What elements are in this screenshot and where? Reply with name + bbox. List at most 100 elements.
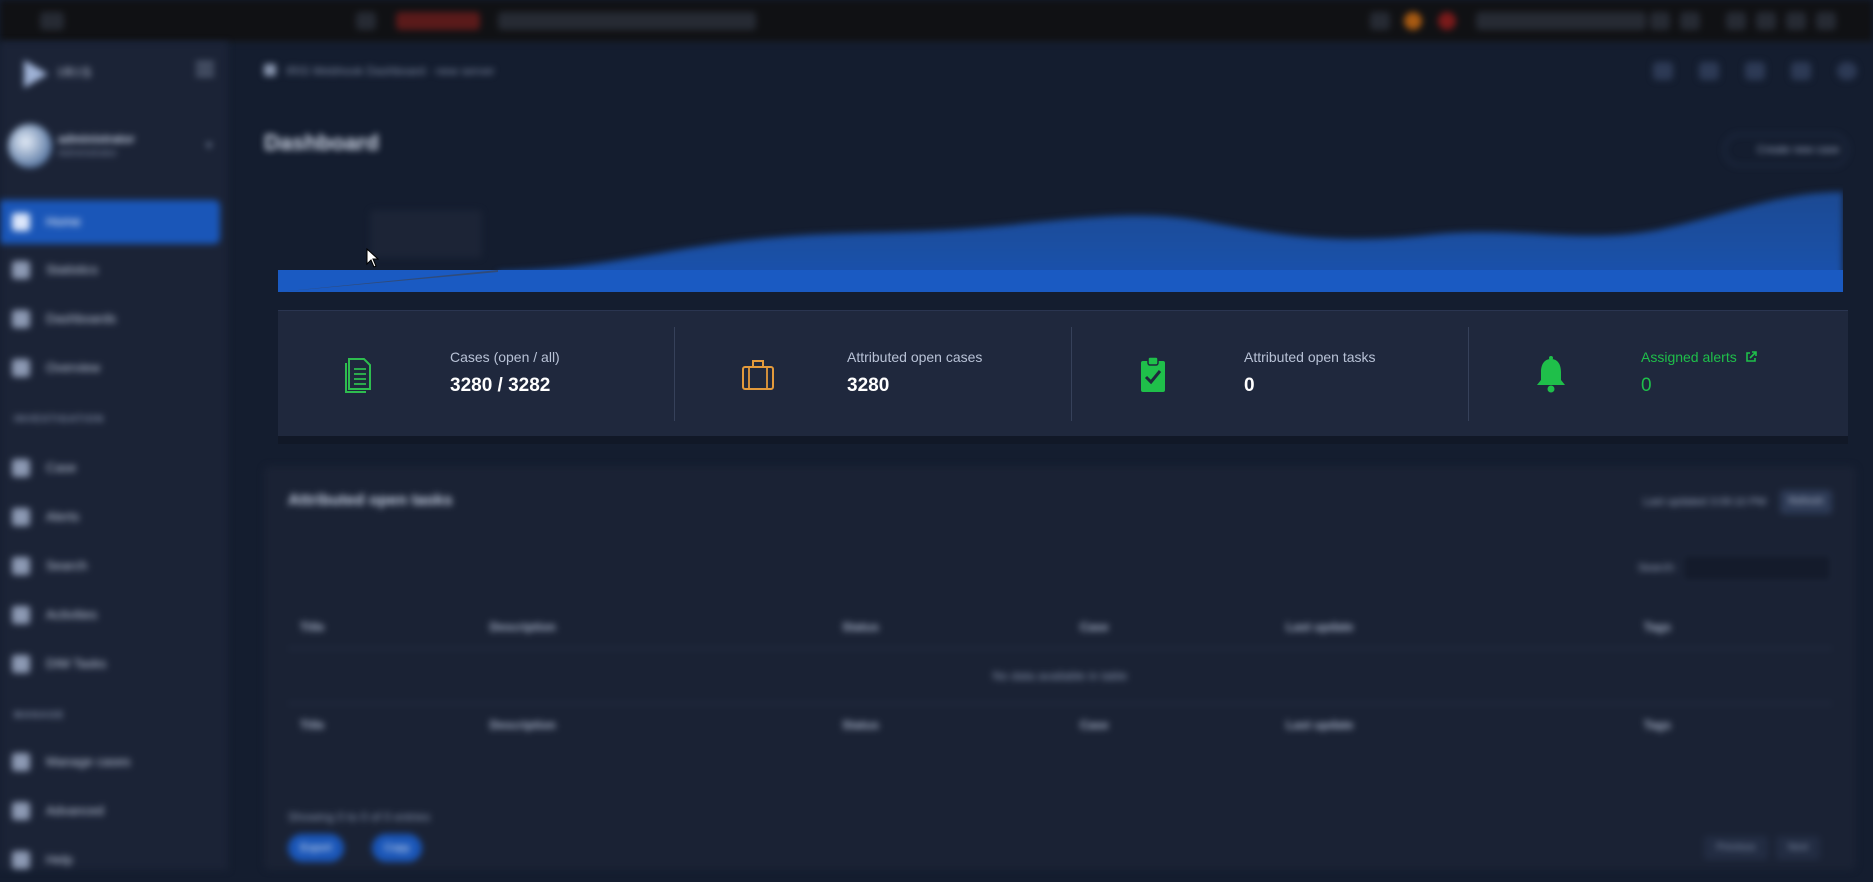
sidebar-item-statistics[interactable]: Statistics	[0, 248, 220, 292]
grid-icon[interactable]	[1699, 62, 1719, 80]
sidebar-item-label: Dashboards	[46, 311, 117, 326]
stats-panel: Cases (open / all) 3280 / 3282 Attribute…	[278, 310, 1848, 436]
sidebar-section-manage: MANAGE	[14, 710, 65, 721]
user-role: Administrator	[58, 148, 117, 159]
app-logo[interactable]: IRIS	[24, 58, 114, 88]
clipboard-check-icon	[1141, 356, 1165, 392]
avatar[interactable]	[1837, 62, 1857, 80]
table-info: Showing 0 to 0 of 0 entries	[288, 810, 431, 824]
attributed-tasks-card: Attributed open tasks Last updated 3:09:…	[264, 466, 1856, 870]
sidebar-item-activities[interactable]: Activities	[0, 593, 220, 637]
column-footer: Status	[842, 718, 879, 732]
user-name: administrator	[58, 132, 135, 146]
user-profile[interactable]: administrator Administrator ▾	[8, 122, 212, 172]
sidebar-item-label: Statistics	[46, 262, 99, 277]
stat-label: Cases (open / all)	[450, 349, 560, 365]
stat-label: Attributed open tasks	[1244, 349, 1376, 365]
sidebar-item-label: Advanced	[46, 803, 104, 818]
assigned-alerts-link[interactable]: Assigned alerts	[1641, 349, 1757, 365]
sidebar-item-label: Manage cases	[46, 754, 131, 769]
sidebar-item-label: Help	[46, 852, 73, 867]
puzzle-icon[interactable]	[1756, 12, 1776, 30]
breadcrumb: IRIS Webhook Dashboard · new server	[264, 64, 495, 78]
dashboard-icon	[12, 310, 30, 328]
sidebar-item-manage-cases[interactable]: Manage cases	[0, 740, 220, 784]
table-row: No data available in table	[288, 649, 1832, 704]
stat-cases[interactable]: Cases (open / all) 3280 / 3282	[278, 311, 675, 437]
column-footer: Description	[489, 718, 556, 732]
notification-icon[interactable]	[1745, 62, 1765, 80]
download-icon[interactable]	[1650, 12, 1670, 30]
breadcrumb-text: IRIS Webhook Dashboard · new server	[286, 64, 495, 78]
stat-value: 3280 / 3282	[450, 375, 551, 396]
previous-page-button[interactable]: Previous	[1704, 836, 1768, 860]
sidebar-item-label: DIM Tasks	[46, 656, 107, 671]
star-icon[interactable]	[1370, 12, 1390, 30]
refresh-button[interactable]: Refresh	[1780, 490, 1832, 514]
empty-table-message: No data available in table	[992, 669, 1128, 683]
bookmark-icon[interactable]	[1680, 12, 1700, 30]
card-title: Attributed open tasks	[288, 492, 453, 509]
column-header[interactable]: Title	[288, 606, 478, 649]
create-case-button[interactable]: Create new case	[1724, 134, 1848, 166]
column-footer: Last update	[1286, 718, 1354, 732]
logo-icon	[24, 60, 48, 88]
activities-icon	[12, 606, 30, 624]
menu-icon[interactable]	[1816, 12, 1836, 30]
column-header[interactable]: Tags	[1632, 606, 1832, 649]
column-header[interactable]: Description	[478, 606, 830, 649]
sidebar-item-help[interactable]: Help	[0, 838, 220, 882]
column-header[interactable]: Case	[1068, 606, 1274, 649]
stat-attributed-tasks[interactable]: Attributed open tasks 0	[1072, 311, 1469, 437]
home-icon[interactable]	[264, 64, 276, 76]
extension-icon[interactable]	[1404, 12, 1422, 30]
avatar	[8, 124, 52, 168]
address-bar[interactable]	[498, 12, 756, 30]
chart-tooltip	[370, 210, 482, 258]
sidebar-item-alerts[interactable]: Alerts	[0, 495, 220, 539]
sidebar-item-advanced[interactable]: Advanced	[0, 789, 220, 833]
extension-icon[interactable]	[1438, 12, 1456, 30]
table-footer-row: Title Description Status Case Last updat…	[288, 703, 1832, 747]
bell-icon	[1537, 356, 1565, 393]
create-case-label: Create new case	[1757, 144, 1840, 156]
copy-button[interactable]: Copy	[372, 834, 422, 862]
sidebar-item-dashboards[interactable]: Dashboards	[0, 297, 220, 341]
home-icon	[12, 213, 30, 231]
page-title: Dashboard	[264, 130, 379, 155]
document-icon	[345, 358, 371, 393]
activity-area-chart	[278, 192, 1843, 292]
back-icon[interactable]	[40, 12, 64, 30]
search-icon	[12, 557, 30, 575]
stat-attributed-cases[interactable]: Attributed open cases 3280	[675, 311, 1072, 437]
column-header[interactable]: Last update	[1274, 606, 1632, 649]
sidebar-section-investigation: INVESTIGATION	[14, 414, 105, 425]
settings-icon[interactable]	[1786, 12, 1806, 30]
bell-icon[interactable]	[1653, 62, 1673, 80]
stat-label: Assigned alerts	[1641, 349, 1737, 365]
advanced-icon	[12, 802, 30, 820]
sidebar-item-search[interactable]: Search	[0, 544, 220, 588]
shield-icon[interactable]	[356, 12, 376, 30]
sidebar-item-overview[interactable]: Overview	[0, 346, 220, 390]
sidebar-item-dim-tasks[interactable]: DIM Tasks	[0, 642, 220, 686]
search-input[interactable]	[1682, 554, 1832, 582]
stat-assigned-alerts[interactable]: Assigned alerts 0	[1469, 311, 1866, 437]
profile-icon[interactable]	[1726, 12, 1746, 30]
stat-value: 0	[1244, 375, 1255, 396]
column-footer: Title	[300, 718, 325, 732]
chevron-down-icon[interactable]: ▾	[206, 138, 212, 152]
sidebar-item-home[interactable]: Home	[0, 200, 220, 244]
sidebar-item-case[interactable]: Case	[0, 446, 220, 490]
hamburger-menu-icon[interactable]	[196, 62, 214, 76]
stat-value: 3280	[847, 375, 890, 396]
chart-icon	[12, 261, 30, 279]
next-page-button[interactable]: Next	[1776, 836, 1820, 860]
overview-icon	[12, 359, 30, 377]
export-button[interactable]: Export	[288, 834, 344, 862]
tasks-icon	[12, 655, 30, 673]
column-header[interactable]: Status	[830, 606, 1068, 649]
toolbar-extensions[interactable]	[1476, 12, 1646, 30]
settings-icon[interactable]	[1791, 62, 1811, 80]
column-footer: Case	[1079, 718, 1109, 732]
